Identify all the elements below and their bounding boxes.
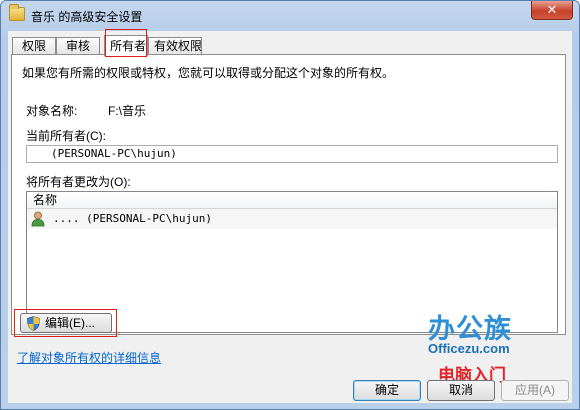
folder-icon bbox=[9, 4, 25, 21]
intro-text: 如果您有所需的权限或特权，您就可以取得或分配这个对象的所有权。 bbox=[22, 66, 395, 80]
window-title: 音乐 的高级安全设置 bbox=[31, 10, 143, 24]
edit-button[interactable]: 编辑(E)... bbox=[20, 313, 112, 333]
list-column-header-name[interactable]: 名称 bbox=[27, 192, 557, 209]
uac-shield-icon bbox=[27, 316, 40, 331]
list-item[interactable]: .... (PERSONAL-PC\hujun) bbox=[27, 209, 557, 229]
dialog-client-area: 权限 审核 所有者 有效权限 如果您有所需的权限或特权，您就可以取得或分配这个对… bbox=[8, 29, 572, 403]
apply-button[interactable]: 应用(A) bbox=[501, 380, 569, 401]
tab-owner-highlight-box bbox=[105, 29, 147, 57]
owner-tab-panel: 如果您有所需的权限或特权，您就可以取得或分配这个对象的所有权。 对象名称: F:… bbox=[11, 54, 566, 335]
user-icon bbox=[31, 211, 45, 227]
learn-more-link[interactable]: 了解对象所有权的详细信息 bbox=[17, 349, 161, 366]
watermark-url: Officezu.com bbox=[428, 341, 510, 356]
current-owner-label: 当前所有者(C): bbox=[26, 129, 106, 143]
tab-auditing[interactable]: 审核 bbox=[56, 37, 100, 55]
current-owner-field: (PERSONAL-PC\hujun) bbox=[26, 145, 558, 163]
edit-button-label: 编辑(E)... bbox=[45, 316, 95, 330]
security-settings-window: 音乐 的高级安全设置 ✕ 权限 审核 所有者 有效权限 如果您有所需的权限或特权… bbox=[0, 0, 580, 410]
tab-effective-permissions[interactable]: 有效权限 bbox=[148, 37, 202, 55]
object-name-value: F:\音乐 bbox=[108, 104, 146, 118]
ok-button[interactable]: 确定 bbox=[353, 380, 421, 401]
tab-permissions[interactable]: 权限 bbox=[12, 37, 56, 55]
cancel-button[interactable]: 取消 bbox=[427, 380, 495, 401]
change-owner-label: 将所有者更改为(O): bbox=[26, 175, 131, 189]
object-name-label: 对象名称: bbox=[26, 104, 78, 118]
title-bar[interactable]: 音乐 的高级安全设置 ✕ bbox=[1, 1, 579, 29]
close-button[interactable]: ✕ bbox=[531, 1, 573, 20]
list-item-name: .... (PERSONAL-PC\hujun) bbox=[53, 212, 212, 225]
